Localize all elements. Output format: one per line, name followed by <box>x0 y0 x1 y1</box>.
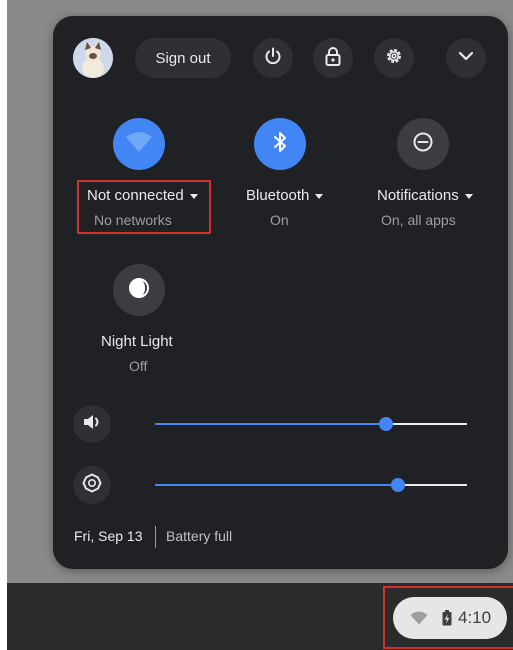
sign-out-button[interactable]: Sign out <box>135 38 231 78</box>
night-light-label: Night Light <box>101 333 173 350</box>
battery-status: Battery full <box>166 528 233 544</box>
volume-button[interactable] <box>73 405 111 443</box>
brightness-slider[interactable] <box>155 478 467 492</box>
avatar[interactable] <box>73 38 113 78</box>
sign-out-label: Sign out <box>155 49 211 67</box>
notifications-status: On, all apps <box>381 212 456 228</box>
settings-button[interactable] <box>374 38 414 78</box>
power-icon <box>263 46 283 71</box>
network-toggle[interactable] <box>113 118 165 170</box>
volume-slider[interactable] <box>155 417 467 431</box>
wifi-icon <box>125 131 153 158</box>
notifications-dropdown-caret <box>464 193 473 199</box>
night-light-status: Off <box>129 358 148 374</box>
volume-slider-thumb[interactable] <box>378 417 393 431</box>
volume-slider-fill <box>155 423 386 425</box>
night-light-toggle[interactable] <box>113 264 165 316</box>
footer-divider <box>155 526 156 548</box>
notifications-label[interactable]: Notifications <box>377 187 473 204</box>
collapse-button[interactable] <box>446 38 486 78</box>
bluetooth-toggle[interactable] <box>254 118 306 170</box>
bluetooth-icon <box>272 130 288 159</box>
brightness-slider-fill <box>155 484 399 486</box>
bluetooth-status: On <box>270 212 289 228</box>
brightness-slider-thumb[interactable] <box>391 478 406 492</box>
lock-button[interactable] <box>313 38 353 78</box>
status-area-highlight-box <box>383 586 513 649</box>
brightness-button[interactable] <box>73 466 111 504</box>
settings-icon <box>384 46 404 71</box>
date-label[interactable]: Fri, Sep 13 <box>74 528 142 544</box>
lock-icon <box>324 46 342 71</box>
night-light-icon <box>128 277 150 304</box>
network-highlight-box <box>77 180 211 234</box>
bluetooth-label[interactable]: Bluetooth <box>246 187 324 204</box>
power-button[interactable] <box>253 38 293 78</box>
chevron-down-icon <box>458 49 474 67</box>
bluetooth-dropdown-caret <box>315 193 324 199</box>
volume-icon <box>82 413 102 436</box>
do-not-disturb-icon <box>412 131 434 158</box>
quick-settings-panel: Sign out Not connected No networks Bluet… <box>53 16 508 569</box>
brightness-icon <box>82 473 102 498</box>
notifications-toggle[interactable] <box>397 118 449 170</box>
